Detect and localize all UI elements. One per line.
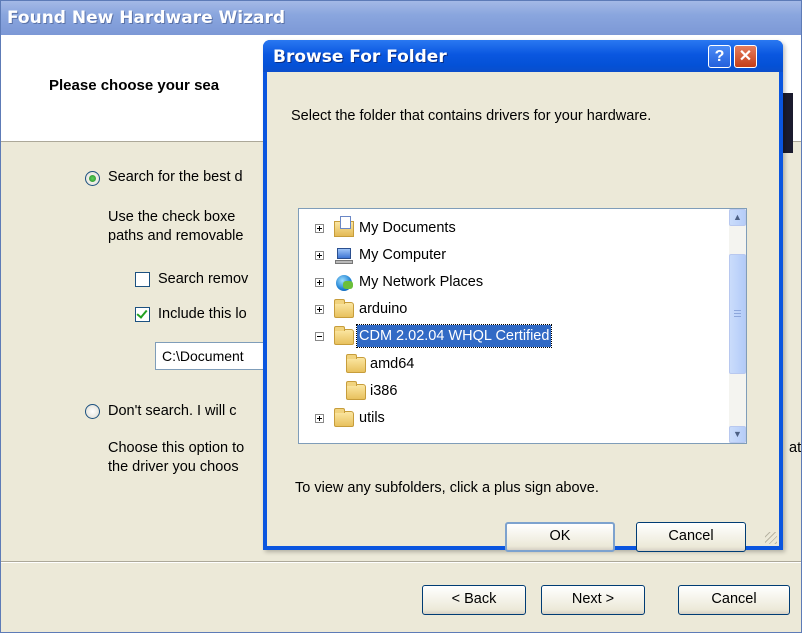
tree-item-label: My Network Places (359, 274, 484, 290)
checkbox-search-removable[interactable] (135, 272, 150, 287)
dialog-title-bar[interactable]: Browse For Folder ? ✕ (263, 40, 783, 72)
ok-button[interactable]: OK (505, 522, 615, 552)
checkbox-search-removable-label: Search remov (158, 271, 249, 287)
subfolder-hint: To view any subfolders, click a plus sig… (295, 480, 599, 496)
tree-item-label: My Documents (359, 220, 456, 236)
scroll-grip (734, 310, 741, 311)
help-button[interactable]: ? (708, 45, 731, 68)
tree-item-label: My Computer (359, 247, 447, 263)
wizard-footer-divider (1, 561, 801, 563)
tree-item-label: CDM 2.02.04 WHQL Certified (355, 324, 553, 348)
tree-item-label: amd64 (370, 356, 415, 372)
radio-dont-search[interactable] (85, 404, 100, 419)
expand-plus-icon[interactable] (315, 278, 324, 287)
dialog-cancel-button[interactable]: Cancel (636, 522, 746, 552)
option-search-desc-1: Use the check boxe (108, 209, 236, 225)
option-dont-desc-2: the driver you choos (108, 459, 239, 475)
folder-tree[interactable]: utils i386 amd64 CDM 2.02.04 WHQL Certified… (298, 208, 747, 444)
wizard-title: Found New Hardware Wizard (7, 8, 286, 28)
my-documents-icon (334, 216, 354, 237)
folder-icon (346, 354, 366, 373)
dialog-body: Select the folder that contains drivers … (267, 72, 779, 552)
wizard-title-bar[interactable]: Found New Hardware Wizard (1, 1, 801, 35)
checkbox-include-location-label: Include this lo (158, 306, 247, 322)
expand-plus-icon[interactable] (315, 224, 324, 233)
folder-icon (346, 381, 366, 400)
option-dont-desc-tail: at (789, 440, 802, 456)
tree-item[interactable]: CDM 2.02.04 WHQL Certified (315, 324, 715, 348)
close-button[interactable]: ✕ (734, 45, 757, 68)
radio-search-best[interactable] (85, 171, 100, 186)
wizard-heading: Please choose your sea (49, 77, 220, 94)
tree-item[interactable]: arduino (315, 298, 715, 320)
scroll-down-button[interactable]: ▼ (729, 426, 746, 443)
scroll-thumb[interactable] (729, 254, 746, 374)
browse-folder-dialog: Browse For Folder ? ✕ Select the folder … (263, 40, 783, 552)
tree-item-label: arduino (359, 301, 408, 317)
dialog-title: Browse For Folder (273, 47, 447, 67)
tree-item[interactable]: utils (315, 407, 715, 429)
option-search-desc-2: paths and removable (108, 228, 244, 244)
collapse-minus-icon[interactable] (315, 332, 324, 341)
next-button[interactable]: Next > (541, 585, 645, 615)
tree-item-label: i386 (370, 383, 398, 399)
tree-item-label: utils (359, 410, 385, 426)
back-button[interactable]: < Back (422, 585, 526, 615)
folder-open-icon (334, 326, 354, 345)
tree-item[interactable]: i386 (344, 380, 744, 402)
option-dont-search-label: Don't search. I will c (108, 403, 237, 419)
dialog-prompt: Select the folder that contains drivers … (291, 108, 652, 124)
resize-grip[interactable] (765, 532, 777, 544)
wizard-cancel-button[interactable]: Cancel (678, 585, 790, 615)
checkbox-include-location[interactable] (135, 307, 150, 322)
tree-scrollbar[interactable]: ▲ ▼ (729, 209, 746, 443)
scroll-grip (734, 313, 741, 314)
tree-item[interactable]: My Documents (315, 216, 715, 239)
scroll-up-button[interactable]: ▲ (729, 209, 746, 226)
tree-item[interactable]: My Network Places (315, 271, 715, 293)
folder-icon (334, 408, 354, 427)
tree-item[interactable]: amd64 (344, 353, 744, 375)
my-computer-icon (334, 248, 354, 264)
option-search-label: Search for the best d (108, 169, 243, 185)
expand-plus-icon[interactable] (315, 305, 324, 314)
scroll-grip (734, 316, 741, 317)
tree-item[interactable]: My Computer (315, 244, 715, 266)
expand-plus-icon[interactable] (315, 414, 324, 423)
folder-icon (334, 299, 354, 318)
network-places-icon (334, 275, 354, 291)
option-dont-desc-1: Choose this option to (108, 440, 245, 456)
expand-plus-icon[interactable] (315, 251, 324, 260)
